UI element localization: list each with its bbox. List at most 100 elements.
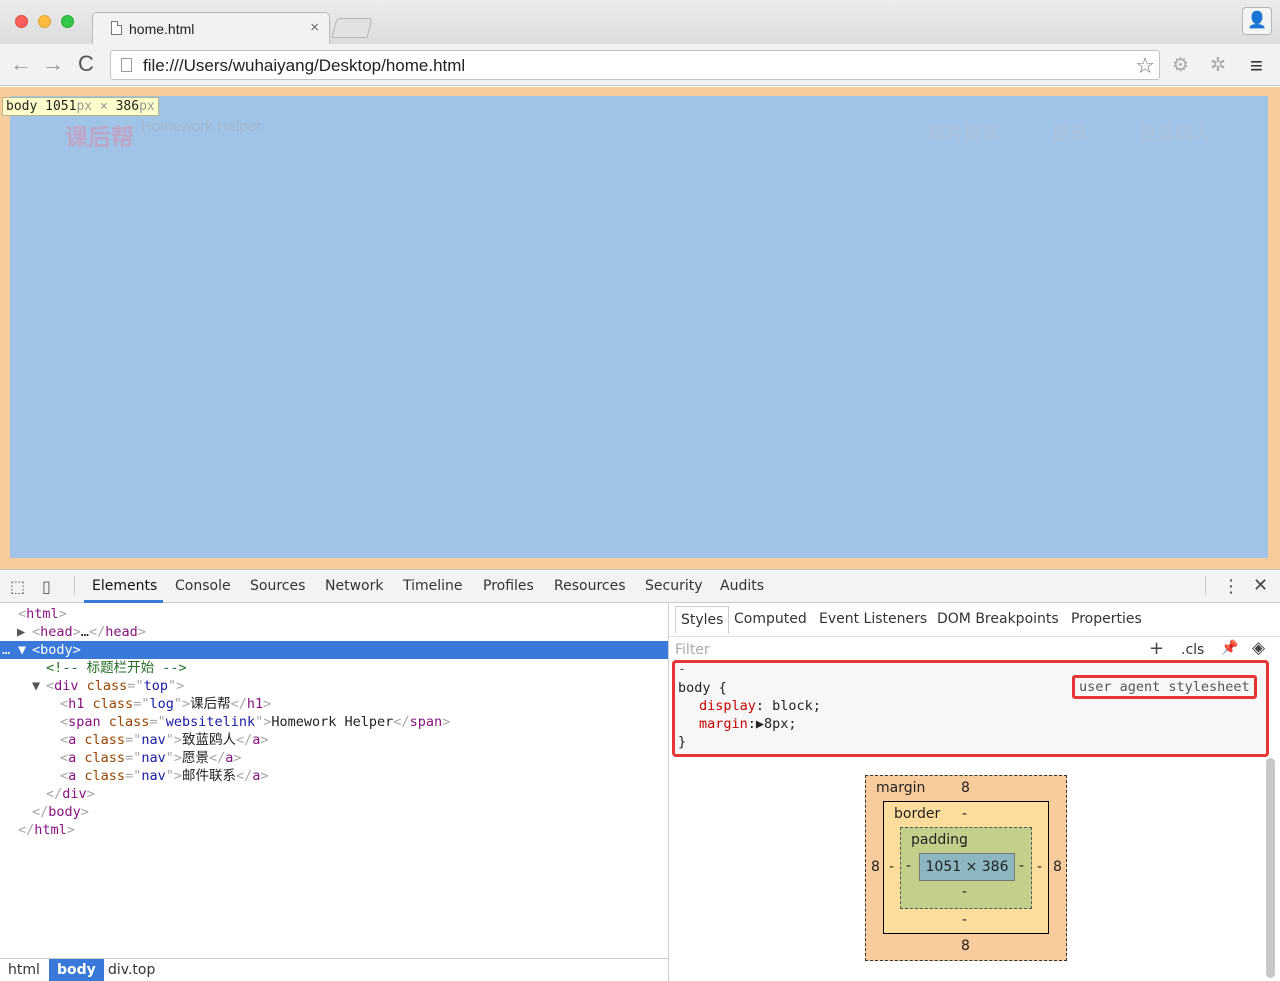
- rule-selector[interactable]: body {: [678, 680, 727, 696]
- pin-icon[interactable]: 📌: [1221, 640, 1238, 656]
- tab-profiles[interactable]: Profiles: [483, 578, 534, 594]
- tooltip-unit: px: [139, 99, 155, 114]
- tree-node-body-close[interactable]: </body>: [0, 803, 668, 821]
- minimize-window-button[interactable]: [38, 15, 51, 28]
- border-top-value[interactable]: -: [962, 806, 967, 822]
- inspect-element-icon[interactable]: ⬚: [10, 577, 25, 596]
- rule-declaration-display[interactable]: display: block;: [699, 698, 821, 714]
- back-button[interactable]: ←: [10, 53, 32, 75]
- box-model-border: border - - - - padding - - - - 1051 × 38…: [883, 801, 1049, 934]
- border-bottom-value[interactable]: -: [962, 912, 967, 928]
- filter-row: Filter + .cls 📌 ◈: [669, 637, 1280, 661]
- window-titlebar: home.html × 👤: [0, 0, 1280, 44]
- margin-top-value[interactable]: 8: [961, 780, 970, 796]
- styles-scrollbar[interactable]: [1266, 758, 1275, 978]
- more-options-icon[interactable]: ⋮: [1222, 576, 1240, 597]
- address-bar[interactable]: file:///Users/wuhaiyang/Desktop/home.htm…: [110, 50, 1160, 80]
- rule-source-label: user agent stylesheet: [1072, 675, 1257, 699]
- tab-sources[interactable]: Sources: [250, 578, 305, 594]
- collapse-arrow-icon[interactable]: ▼: [32, 677, 40, 695]
- rule-declaration-margin[interactable]: margin:▶8px;: [699, 716, 797, 732]
- cls-button[interactable]: .cls: [1181, 642, 1204, 658]
- tab-elements[interactable]: Elements: [92, 578, 157, 594]
- device-mode-icon[interactable]: ▯: [42, 577, 51, 596]
- border-right-value[interactable]: -: [1037, 859, 1042, 875]
- browser-tab[interactable]: home.html ×: [92, 12, 330, 44]
- close-window-button[interactable]: [15, 15, 28, 28]
- tab-audits[interactable]: Audits: [720, 578, 764, 594]
- maximize-window-button[interactable]: [61, 15, 74, 28]
- breadcrumb-body[interactable]: body: [49, 959, 104, 981]
- tree-node-h1[interactable]: <h1 class="log">课后帮</h1>: [0, 695, 668, 713]
- tab-timeline[interactable]: Timeline: [403, 578, 463, 594]
- tree-node-div-top[interactable]: ▼ <div class="top">: [0, 677, 668, 695]
- site-logo: 课后帮: [65, 124, 134, 150]
- tree-node-a[interactable]: <a class="nav">愿景</a>: [0, 749, 668, 767]
- padding-right-value[interactable]: -: [1019, 858, 1024, 874]
- padding-top-value[interactable]: -: [962, 838, 967, 854]
- element-size-tooltip: body 1051px × 386px: [2, 97, 159, 116]
- breadcrumb-html[interactable]: html: [0, 959, 48, 981]
- breadcrumb-div-top[interactable]: div.top: [100, 959, 163, 981]
- tree-node-a[interactable]: <a class="nav">邮件联系</a>: [0, 767, 668, 785]
- nav-link-about[interactable]: 致蓝鸥人: [1139, 120, 1211, 146]
- document-icon: [111, 21, 122, 35]
- tooltip-width: 1051: [45, 99, 77, 114]
- css-rule-block: - body { user agent stylesheet display: …: [672, 660, 1269, 757]
- close-devtools-icon[interactable]: ✕: [1253, 575, 1268, 596]
- page-icon: [121, 58, 132, 72]
- border-label: border: [894, 806, 941, 822]
- menu-icon[interactable]: ≡: [1250, 53, 1263, 79]
- tab-title: home.html: [129, 21, 195, 37]
- tab-computed[interactable]: Computed: [734, 611, 807, 627]
- tree-node-a[interactable]: <a class="nav">致蓝鸥人</a>: [0, 731, 668, 749]
- reload-button[interactable]: C: [78, 53, 94, 75]
- styles-filter-input[interactable]: Filter: [675, 642, 710, 658]
- margin-left-value[interactable]: 8: [871, 859, 880, 875]
- box-model-margin: margin 8 8 8 8 border - - - - padding - …: [865, 775, 1067, 961]
- tab-console[interactable]: Console: [175, 578, 231, 594]
- nav-link-vision[interactable]: 愿景: [1052, 120, 1088, 146]
- element-state-icon[interactable]: ◈: [1252, 638, 1265, 658]
- padding-bottom-value[interactable]: -: [962, 884, 967, 900]
- nav-link-email[interactable]: 邮件联系: [928, 120, 1000, 146]
- tree-node-body-selected[interactable]: … ▼ <body>: [0, 641, 668, 659]
- profile-icon[interactable]: 👤: [1242, 7, 1272, 35]
- tree-node-span[interactable]: <span class="websitelink">Homework Helpe…: [0, 713, 668, 731]
- margin-right-value[interactable]: 8: [1053, 859, 1062, 875]
- tooltip-times: ×: [99, 99, 108, 114]
- border-left-value[interactable]: -: [889, 859, 894, 875]
- extension-icon[interactable]: ⚙: [1172, 54, 1189, 77]
- tab-resources[interactable]: Resources: [554, 578, 626, 594]
- website-link[interactable]: Homework Helper: [141, 118, 261, 135]
- tab-properties[interactable]: Properties: [1071, 611, 1142, 627]
- breadcrumb: html body div.top: [0, 958, 668, 981]
- react-extension-icon[interactable]: ✲: [1210, 54, 1226, 77]
- margin-label: margin: [876, 780, 926, 796]
- expand-arrow-icon[interactable]: ▶: [17, 623, 25, 641]
- tab-close-button[interactable]: ×: [310, 19, 319, 36]
- rule-close-brace: }: [678, 734, 687, 750]
- devtools-toolbar: ⬚ ▯ Elements Console Sources Network Tim…: [0, 570, 1280, 603]
- tree-node-html-close[interactable]: </html>: [0, 821, 668, 839]
- tab-event-listeners[interactable]: Event Listeners: [819, 611, 927, 627]
- new-tab-button[interactable]: [331, 18, 373, 38]
- tab-styles[interactable]: Styles: [675, 606, 730, 634]
- padding-label: padding: [911, 832, 968, 848]
- url-text[interactable]: file:///Users/wuhaiyang/Desktop/home.htm…: [143, 56, 465, 76]
- forward-button[interactable]: →: [42, 53, 64, 75]
- tab-security[interactable]: Security: [645, 578, 703, 594]
- margin-bottom-value[interactable]: 8: [961, 938, 970, 954]
- new-style-rule-button[interactable]: +: [1149, 638, 1164, 659]
- tree-node-head[interactable]: ▶ <head>…</head>: [0, 623, 668, 641]
- tree-node-html[interactable]: <html>: [0, 605, 668, 623]
- collapse-arrow-icon[interactable]: ▼: [18, 641, 26, 659]
- box-model-content-size[interactable]: 1051 × 386: [919, 853, 1015, 881]
- padding-left-value[interactable]: -: [906, 858, 911, 874]
- tree-node-div-close[interactable]: </div>: [0, 785, 668, 803]
- browser-toolbar: ← → C file:///Users/wuhaiyang/Desktop/ho…: [0, 44, 1280, 86]
- tree-node-comment[interactable]: <!-- 标题栏开始 -->: [0, 659, 668, 677]
- bookmark-star-icon[interactable]: ☆: [1135, 53, 1155, 79]
- tab-dom-breakpoints[interactable]: DOM Breakpoints: [937, 611, 1059, 627]
- tab-network[interactable]: Network: [325, 578, 383, 594]
